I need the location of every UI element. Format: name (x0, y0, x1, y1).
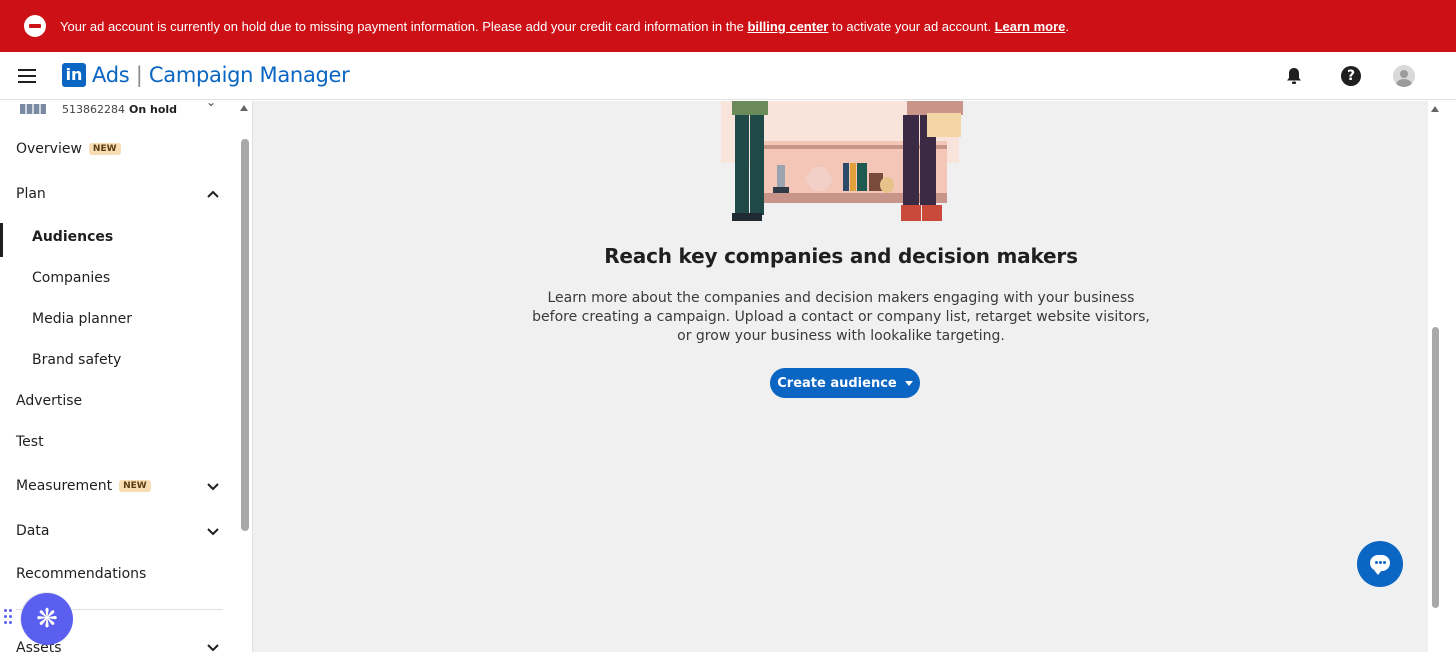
sidebar-item-label: Recommendations (16, 566, 147, 582)
drag-handle-icon[interactable] (4, 609, 14, 629)
active-indicator (0, 223, 3, 257)
banner-message: Your ad account is currently on hold due… (60, 19, 1069, 34)
banner-text-end: . (1065, 18, 1070, 34)
sidebar-item-brand-safety[interactable]: Brand safety (32, 352, 121, 368)
sidebar-item-label: Measurement (16, 478, 113, 494)
sidebar-item-label: Plan (16, 186, 46, 202)
account-hold-banner: Your ad account is currently on hold due… (0, 0, 1456, 52)
create-audience-label: Create audience (777, 375, 897, 391)
sidebar-item-plan[interactable]: Plan (16, 186, 46, 202)
chevron-down-icon[interactable] (206, 642, 220, 652)
new-badge: NEW (119, 480, 151, 492)
app-title[interactable]: Ads | Campaign Manager (92, 63, 350, 87)
sidebar-item-audiences[interactable]: Audiences (32, 229, 113, 245)
learn-more-link[interactable]: Learn more (995, 19, 1066, 34)
main-content: Reach key companies and decision makers … (252, 101, 1428, 652)
account-thumbnail (20, 104, 46, 114)
create-audience-button[interactable]: Create audience (770, 368, 920, 398)
billing-center-link[interactable]: billing center (747, 19, 828, 34)
page-headline: Reach key companies and decision makers (604, 244, 1078, 268)
sidebar-nav: 513862284 On hold ⌄ Overview NEW Plan Au… (0, 101, 252, 656)
banner-text-before: Your ad account is currently on hold due… (60, 18, 748, 34)
app-title-ads: Ads (92, 63, 130, 87)
sidebar-item-companies[interactable]: Companies (32, 270, 110, 286)
app-title-product: Campaign Manager (148, 63, 350, 87)
avatar[interactable] (1393, 65, 1415, 87)
sidebar-item-recommendations[interactable]: Recommendations (16, 566, 146, 582)
sidebar-item-media-planner[interactable]: Media planner (32, 311, 132, 327)
sidebar-item-advertise[interactable]: Advertise (16, 393, 82, 409)
main-scrollbar-thumb[interactable] (1432, 327, 1439, 608)
scroll-up-arrow-icon[interactable] (240, 105, 248, 111)
scroll-up-arrow-icon[interactable] (1431, 106, 1439, 112)
chevron-down-icon[interactable] (206, 526, 220, 536)
bell-icon[interactable] (1284, 66, 1304, 86)
account-id: 513862284 (62, 102, 125, 116)
chat-button[interactable] (1357, 541, 1403, 587)
app-title-separator: | (129, 63, 149, 87)
banner-text-middle: to activate your ad account. (828, 18, 995, 34)
linkedin-logo[interactable]: in (62, 63, 86, 87)
hamburger-menu-icon[interactable] (18, 69, 36, 83)
sidebar-item-overview[interactable]: Overview NEW (16, 141, 121, 157)
sidebar-item-label: Companies (32, 270, 111, 286)
sidebar-item-label: Brand safety (32, 352, 122, 368)
caret-down-icon (904, 380, 913, 386)
page-description: Learn more about the companies and decis… (532, 290, 1150, 344)
sidebar-item-label: Audiences (32, 229, 114, 245)
sidebar-item-label: Test (16, 434, 44, 450)
stop-icon (24, 15, 46, 37)
audience-illustration (721, 101, 963, 221)
help-icon[interactable]: ? (1341, 66, 1361, 86)
account-selector[interactable]: 513862284 On hold (20, 101, 177, 117)
sidebar-item-data[interactable]: Data (16, 523, 49, 539)
chat-icon (1370, 555, 1390, 575)
sidebar-item-test[interactable]: Test (16, 434, 44, 450)
sidebar-item-label: Data (16, 523, 50, 539)
sidebar-scrollbar-thumb[interactable] (241, 139, 249, 531)
app-header: in Ads | Campaign Manager ? (0, 52, 1456, 100)
account-chevron-down-icon[interactable]: ⌄ (206, 101, 216, 109)
account-status: On hold (129, 102, 178, 116)
chevron-down-icon[interactable] (206, 481, 220, 491)
sidebar-item-label: Overview (16, 141, 82, 157)
sidebar-item-label: Advertise (16, 393, 83, 409)
sidebar-item-measurement[interactable]: Measurement NEW (16, 478, 151, 494)
sidebar-item-label: Media planner (32, 311, 132, 327)
new-badge: NEW (88, 143, 121, 155)
chevron-up-icon[interactable] (206, 189, 220, 199)
assistant-sparkle-icon[interactable]: ❋ (21, 593, 73, 645)
